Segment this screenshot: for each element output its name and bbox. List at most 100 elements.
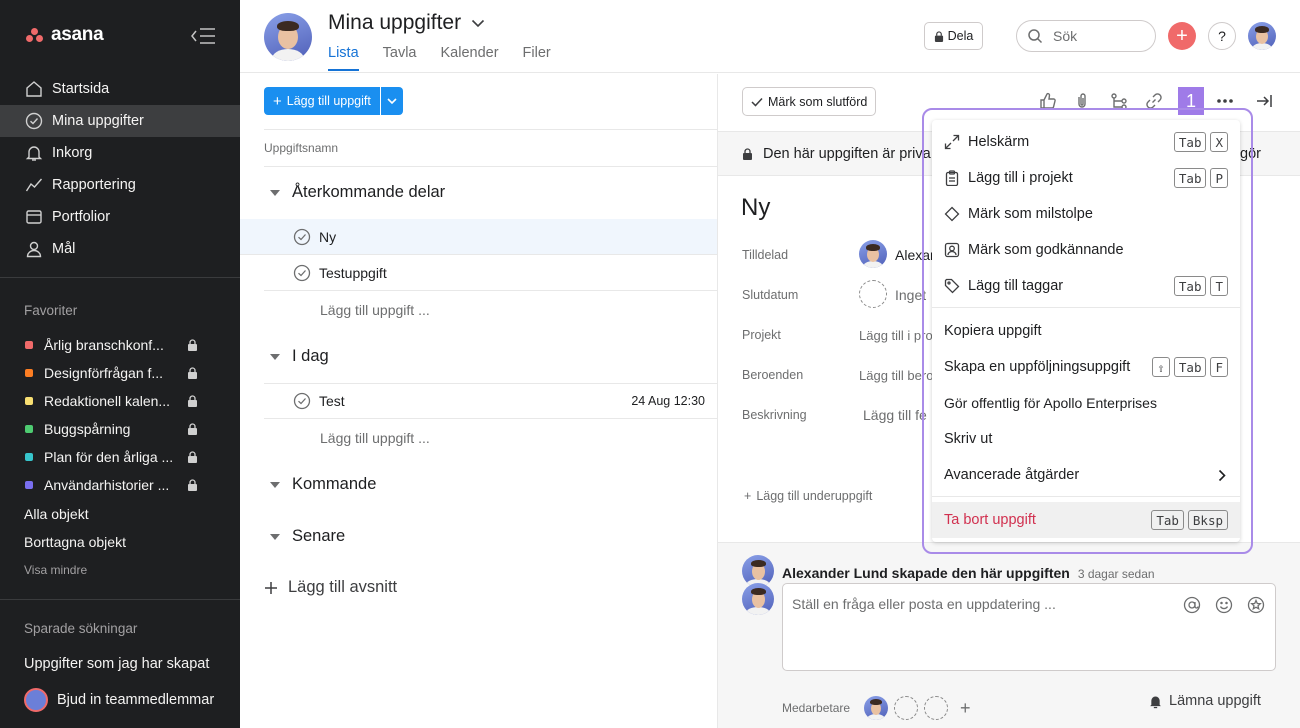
sidebar-item-home[interactable]: Startsida bbox=[0, 73, 240, 105]
menu-item-add-to-project[interactable]: Lägg till i projekt Tab P bbox=[932, 160, 1240, 196]
favorite-project[interactable]: Användarhistorier ... bbox=[0, 471, 240, 499]
emoji-icon[interactable] bbox=[1215, 596, 1233, 614]
section-header[interactable]: Återkommande delar bbox=[270, 183, 445, 202]
menu-item-advanced[interactable]: Avancerade åtgärder bbox=[932, 457, 1240, 493]
task-row[interactable]: Test 24 Aug 12:30 bbox=[264, 383, 717, 419]
menu-item-make-public[interactable]: Gör offentlig för Apollo Enterprises bbox=[932, 385, 1240, 421]
collapse-triangle-icon[interactable] bbox=[270, 353, 280, 360]
add-task-dropdown[interactable] bbox=[380, 87, 403, 115]
due-date[interactable]: 24 Aug 12:30 bbox=[631, 394, 705, 408]
saved-search-item[interactable]: Uppgifter som jag har skapat bbox=[24, 656, 209, 672]
comment-input[interactable]: Ställ en fråga eller posta en uppdaterin… bbox=[782, 583, 1276, 671]
collapse-triangle-icon[interactable] bbox=[270, 481, 280, 488]
check-circle-icon[interactable] bbox=[293, 264, 311, 282]
add-collaborator-placeholder-icon[interactable] bbox=[894, 696, 919, 720]
shortcut-keys: Tab P bbox=[1173, 168, 1228, 188]
add-task-inline[interactable]: Lägg till uppgift ... bbox=[320, 302, 430, 318]
collaborator-avatar[interactable] bbox=[864, 696, 889, 720]
page-title[interactable]: Mina uppgifter bbox=[328, 11, 485, 35]
section-header[interactable]: Senare bbox=[270, 527, 345, 546]
add-subtask-label: Lägg till underuppgift bbox=[756, 489, 873, 503]
section-header[interactable]: I dag bbox=[270, 347, 329, 366]
share-button[interactable]: Dela bbox=[924, 22, 983, 50]
add-task-button[interactable]: + Lägg till uppgift bbox=[264, 87, 380, 115]
field-label: Tilldelad bbox=[742, 248, 789, 262]
task-title[interactable]: Ny bbox=[741, 194, 770, 222]
attachment-icon[interactable] bbox=[1072, 91, 1092, 111]
check-circle-icon[interactable] bbox=[293, 228, 311, 246]
tab-list[interactable]: Lista bbox=[328, 45, 359, 71]
menu-item-print[interactable]: Skriv ut bbox=[932, 421, 1240, 457]
plus-icon: + bbox=[744, 489, 752, 503]
search-input[interactable]: Sök bbox=[1016, 20, 1156, 52]
profile-avatar[interactable] bbox=[1248, 22, 1276, 50]
star-icon[interactable] bbox=[1247, 596, 1265, 614]
leave-task-button[interactable]: Lämna uppgift bbox=[1148, 693, 1261, 709]
menu-item-follow-up[interactable]: Skapa en uppföljningsuppgift ⇧ Tab F bbox=[932, 349, 1240, 385]
project-value[interactable]: Lägg till i pro bbox=[859, 328, 933, 343]
menu-item-approval[interactable]: Märk som godkännande bbox=[932, 232, 1240, 268]
dependencies-value[interactable]: Lägg till bero bbox=[859, 368, 933, 383]
sidebar-item-label: Mina uppgifter bbox=[52, 113, 144, 129]
column-header[interactable]: Uppgiftsnamn bbox=[264, 129, 717, 167]
tab-board[interactable]: Tavla bbox=[383, 45, 417, 71]
checkmark-icon bbox=[751, 97, 763, 107]
menu-item-delete-task[interactable]: Ta bort uppgift Tab Bksp bbox=[932, 502, 1240, 538]
tab-files[interactable]: Filer bbox=[523, 45, 551, 71]
collapse-triangle-icon[interactable] bbox=[270, 189, 280, 196]
sidebar-item-goals[interactable]: Mål bbox=[0, 233, 240, 265]
collapse-triangle-icon[interactable] bbox=[270, 533, 280, 540]
add-collaborator-placeholder-icon[interactable] bbox=[924, 696, 949, 720]
sidebar-item-reporting[interactable]: Rapportering bbox=[0, 169, 240, 201]
calendar-icon[interactable] bbox=[859, 280, 887, 308]
section-header[interactable]: Kommande bbox=[270, 475, 376, 494]
favorite-project[interactable]: Buggspårning bbox=[0, 415, 240, 443]
menu-item-fullscreen[interactable]: Helskärm Tab X bbox=[932, 124, 1240, 160]
menu-item-add-tags[interactable]: Lägg till taggar Tab T bbox=[932, 268, 1240, 304]
chevron-down-icon[interactable] bbox=[471, 19, 485, 28]
favorite-project[interactable]: Plan för den årliga ... bbox=[0, 443, 240, 471]
add-section-button[interactable]: Lägg till avsnitt bbox=[264, 578, 397, 597]
section-title: Kommande bbox=[292, 475, 377, 493]
all-objects-link[interactable]: Alla objekt bbox=[24, 506, 89, 522]
close-pane-icon[interactable] bbox=[1254, 91, 1274, 111]
assignee-avatar[interactable] bbox=[859, 240, 887, 268]
like-icon[interactable] bbox=[1038, 91, 1058, 111]
clipboard-icon bbox=[945, 170, 959, 186]
mention-icon[interactable] bbox=[1183, 596, 1201, 614]
key: F bbox=[1210, 357, 1228, 377]
view-tabs: Lista Tavla Kalender Filer bbox=[328, 45, 551, 71]
collapse-sidebar-icon[interactable] bbox=[190, 27, 216, 45]
favorite-project[interactable]: Redaktionell kalen... bbox=[0, 387, 240, 415]
add-task-inline[interactable]: Lägg till uppgift ... bbox=[320, 430, 430, 446]
menu-item-duplicate[interactable]: Kopiera uppgift bbox=[932, 313, 1240, 349]
task-row[interactable]: Testuppgift bbox=[264, 255, 717, 291]
add-subtask-button[interactable]: + Lägg till underuppgift bbox=[744, 489, 872, 503]
sidebar-item-my-tasks[interactable]: Mina uppgifter bbox=[0, 105, 240, 137]
more-actions-icon[interactable] bbox=[1215, 91, 1235, 111]
help-button[interactable]: ? bbox=[1208, 22, 1236, 50]
favorite-project[interactable]: Designförfrågan f... bbox=[0, 359, 240, 387]
task-row[interactable]: Ny bbox=[240, 219, 717, 255]
tab-calendar[interactable]: Kalender bbox=[441, 45, 499, 71]
menu-item-milestone[interactable]: Märk som milstolpe bbox=[932, 196, 1240, 232]
invite-teammates-button[interactable]: Bjud in teammedlemmar bbox=[24, 688, 214, 712]
add-collaborator-icon[interactable]: + bbox=[960, 698, 971, 719]
link-icon[interactable] bbox=[1144, 91, 1164, 111]
mark-complete-button[interactable]: Märk som slutförd bbox=[742, 87, 877, 116]
asana-logo[interactable]: asana bbox=[26, 24, 104, 46]
favorite-project[interactable]: Årlig branschkonf... bbox=[0, 331, 240, 359]
check-circle-icon[interactable] bbox=[293, 392, 311, 410]
sidebar-item-portfolios[interactable]: Portfolior bbox=[0, 201, 240, 233]
deleted-objects-link[interactable]: Borttagna objekt bbox=[24, 534, 126, 550]
quick-add-button[interactable]: + bbox=[1168, 22, 1196, 50]
subtask-icon[interactable] bbox=[1109, 91, 1129, 111]
sidebar-item-inbox[interactable]: Inkorg bbox=[0, 137, 240, 169]
show-less-link[interactable]: Visa mindre bbox=[24, 563, 87, 577]
mark-complete-label: Märk som slutförd bbox=[768, 94, 868, 109]
brand-name: asana bbox=[51, 24, 104, 45]
private-notice-action[interactable]: gör bbox=[1240, 146, 1261, 162]
description-value[interactable]: Lägg till fe bbox=[863, 407, 927, 423]
due-date-value[interactable]: Inget bbox=[895, 287, 926, 303]
asana-logo-icon bbox=[26, 28, 44, 42]
